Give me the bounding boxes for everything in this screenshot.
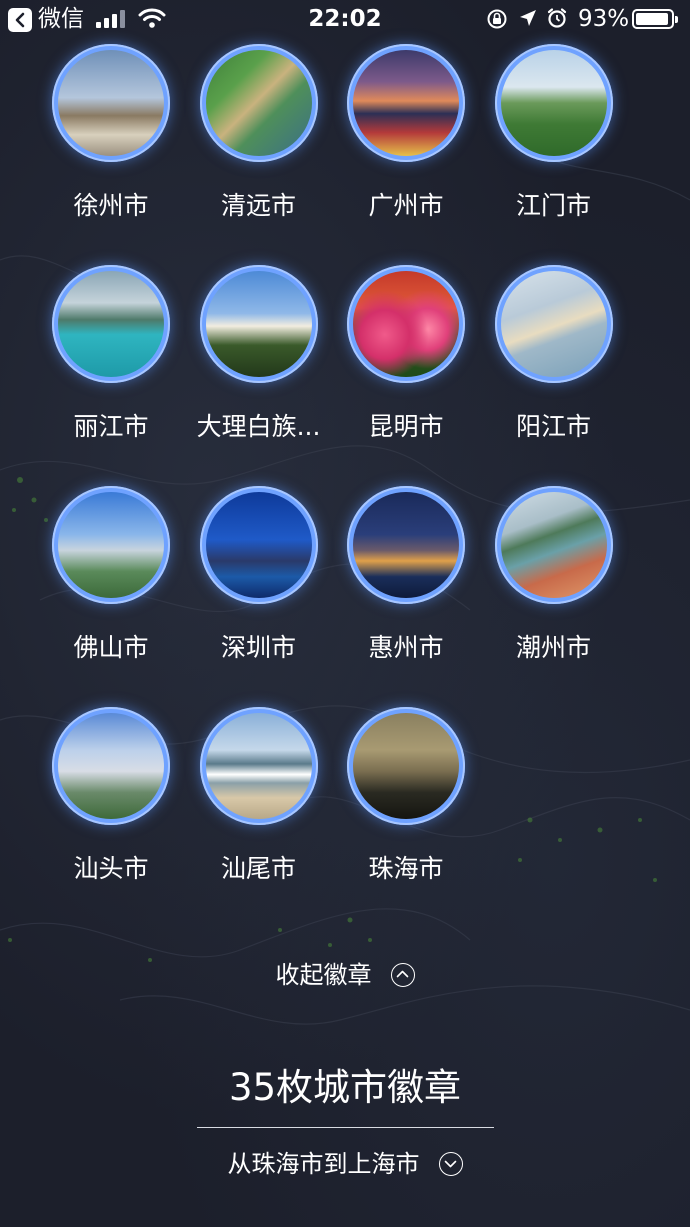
- city-badge[interactable]: 惠州市: [332, 486, 480, 686]
- city-badge-label: 汕头市: [73, 854, 149, 883]
- summary-divider: [197, 1127, 494, 1128]
- badge-ring: [347, 486, 465, 604]
- badge-ring: [199, 486, 318, 604]
- chevron-up-circle-icon: [390, 963, 415, 987]
- badge-ring: [52, 265, 170, 383]
- chevron-down-circle-icon: [438, 1152, 463, 1176]
- badge-ring: [347, 265, 465, 383]
- city-badge[interactable]: 深圳市: [185, 486, 333, 686]
- route-toggle-button[interactable]: 从珠海市到上海市: [227, 1147, 463, 1181]
- city-photo: [58, 713, 164, 819]
- city-badge[interactable]: 昆明市: [332, 265, 480, 465]
- badge-ring: [52, 44, 170, 162]
- city-photo: [205, 50, 312, 156]
- badge-ring: [52, 707, 170, 825]
- city-badge-label: 汕尾市: [220, 854, 296, 883]
- city-photo: [500, 492, 607, 598]
- battery-icon: [632, 9, 678, 29]
- city-badge-label: 珠海市: [368, 854, 444, 883]
- city-badge-label: 佛山市: [73, 633, 149, 662]
- battery-percent: 93%: [578, 6, 630, 32]
- city-photo: [58, 50, 164, 156]
- location-arrow-icon: [520, 10, 536, 26]
- badge-ring: [52, 486, 170, 604]
- city-badge[interactable]: 汕尾市: [185, 707, 333, 907]
- city-photo: [353, 713, 459, 819]
- badge-count-title: 35枚城市徽章: [228, 1066, 462, 1109]
- city-badge[interactable]: 佛山市: [37, 486, 185, 686]
- badge-ring: [199, 44, 318, 162]
- badge-ring: [494, 486, 613, 604]
- city-badge-label: 潮州市: [515, 633, 591, 662]
- route-row: 从珠海市到上海市: [0, 1147, 690, 1183]
- badge-ring: [494, 44, 613, 162]
- city-photo: [500, 50, 607, 156]
- city-photo: [205, 271, 312, 377]
- city-badge[interactable]: 徐州市: [37, 44, 185, 244]
- city-badge[interactable]: 大理白族...: [185, 265, 333, 465]
- city-photo: [58, 271, 164, 377]
- collapse-badges-button[interactable]: 收起徽章: [275, 958, 415, 992]
- city-photo: [353, 50, 459, 156]
- city-badge[interactable]: 阳江市: [480, 265, 628, 465]
- city-badge[interactable]: 丽江市: [37, 265, 185, 465]
- battery-fill: [636, 13, 668, 25]
- city-photo: [58, 492, 164, 598]
- rotation-lock-icon: [487, 9, 507, 29]
- city-badge-label: 深圳市: [220, 633, 296, 662]
- city-photo: [353, 271, 459, 377]
- city-photo: [500, 271, 607, 377]
- badge-ring: [494, 265, 613, 383]
- collapse-badges-row: 收起徽章: [0, 958, 690, 994]
- city-badge[interactable]: 潮州市: [480, 486, 628, 686]
- status-bar: 微信 22:02 93%: [0, 0, 690, 40]
- city-badge[interactable]: 珠海市: [332, 707, 480, 907]
- city-badge-label: 清远市: [220, 191, 296, 220]
- city-badge-label: 阳江市: [515, 412, 591, 441]
- city-badge-label: 广州市: [368, 191, 444, 220]
- city-badge-label: 昆明市: [368, 412, 444, 441]
- badge-ring: [199, 707, 318, 825]
- city-badge[interactable]: 汕头市: [37, 707, 185, 907]
- city-photo: [353, 492, 459, 598]
- alarm-icon: [547, 8, 567, 28]
- badge-ring: [199, 265, 318, 383]
- city-badge[interactable]: 广州市: [332, 44, 480, 244]
- city-badge[interactable]: 清远市: [185, 44, 333, 244]
- city-photo: [205, 713, 312, 819]
- city-badge-label: 大理白族...: [196, 412, 321, 441]
- city-badge-label: 惠州市: [368, 633, 444, 662]
- collapse-badges-label: 收起徽章: [275, 961, 372, 989]
- city-badge[interactable]: 江门市: [480, 44, 628, 244]
- city-badge-label: 江门市: [515, 191, 591, 220]
- city-badges-page: 微信 22:02 93% 徐州市 清远市 广州市 江门市 丽江市 大理白族...…: [0, 0, 690, 1227]
- city-badge-label: 徐州市: [73, 191, 149, 220]
- badge-ring: [347, 44, 465, 162]
- badge-ring: [347, 707, 465, 825]
- city-badge-label: 丽江市: [73, 412, 149, 441]
- route-label: 从珠海市到上海市: [227, 1150, 420, 1178]
- city-photo: [205, 492, 312, 598]
